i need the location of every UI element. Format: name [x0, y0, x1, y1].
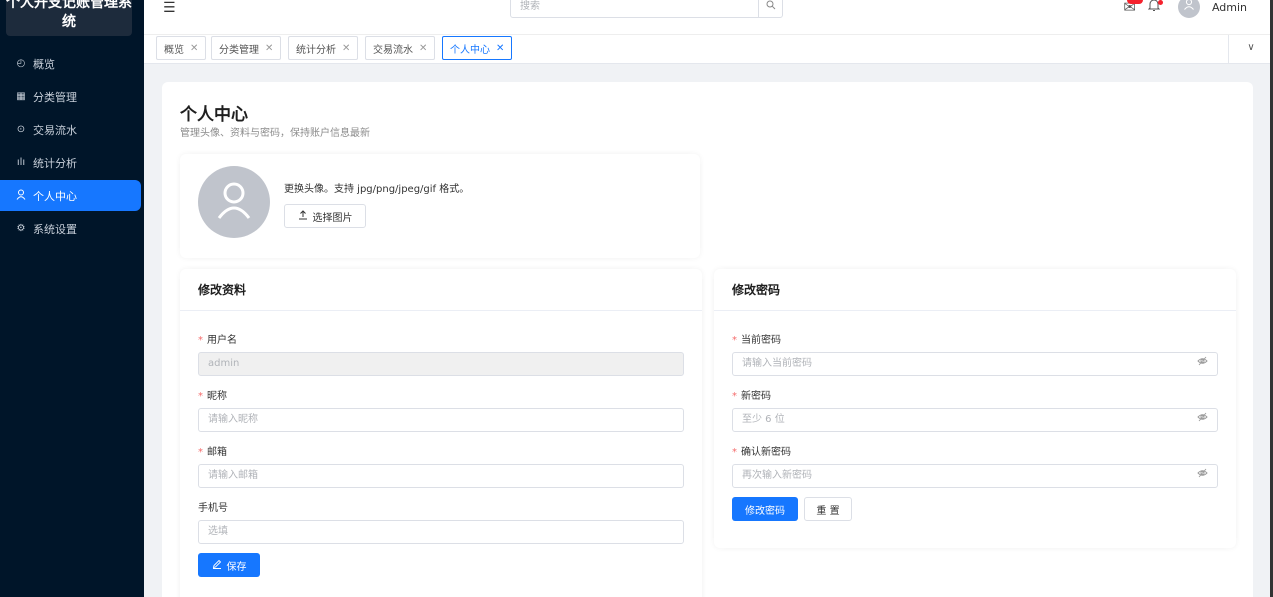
tab-transactions[interactable]: 交易流水 ✕ — [365, 36, 436, 60]
close-icon[interactable]: ✕ — [342, 43, 350, 54]
sidebar-item-label: 个人中心 — [33, 189, 77, 203]
phone-label: 手机号 — [198, 503, 228, 514]
close-icon[interactable]: ✕ — [265, 43, 273, 54]
new-password-label: * 新密码 — [732, 391, 771, 402]
chevron-down-icon[interactable]: ∨ — [1228, 35, 1273, 63]
bell-dot — [1157, 0, 1163, 5]
new-password-field[interactable]: 至少 6 位 — [732, 408, 1218, 432]
user-name[interactable]: Admin — [1212, 1, 1247, 14]
sidebar-item-statistics[interactable]: ılı 统计分析 — [0, 147, 144, 178]
tab-profile[interactable]: 个人中心 ✕ — [442, 36, 513, 60]
tab-label: 交易流水 — [373, 44, 413, 56]
password-form-title: 修改密码 — [714, 269, 1236, 311]
upload-icon — [298, 209, 308, 223]
current-password-label: * 当前密码 — [732, 335, 781, 346]
email-field[interactable]: 请输入邮箱 — [198, 464, 684, 488]
grid-icon: ▦ — [16, 91, 26, 102]
tab-label: 个人中心 — [450, 44, 490, 56]
close-icon[interactable]: ✕ — [419, 43, 427, 54]
sidebar-item-label: 系统设置 — [33, 222, 77, 236]
tabs-bar: 概览 ✕ 分类管理 ✕ 统计分析 ✕ 交易流水 ✕ 个人中心 ✕ ∨ — [144, 34, 1273, 64]
search-icon[interactable] — [758, 0, 782, 17]
sidebar-item-settings[interactable]: ⚙ 系统设置 — [0, 213, 144, 244]
eye-off-icon[interactable] — [1197, 465, 1208, 487]
sidebar-item-transactions[interactable]: ⊙ 交易流水 — [0, 114, 144, 145]
choose-image-label: 选择图片 — [312, 212, 353, 224]
profile-form-title: 修改资料 — [180, 269, 702, 311]
header-actions: ✉ Admin — [1123, 0, 1247, 18]
current-password-field[interactable]: 请输入当前密码 — [732, 352, 1218, 376]
app-title: 个人开支记账管理系统 — [6, 0, 132, 36]
tab-overview[interactable]: 概览 ✕ — [156, 36, 207, 60]
page-subtitle: 管理头像、资料与密码，保持账户信息最新 — [180, 128, 370, 139]
close-icon[interactable]: ✕ — [496, 43, 504, 54]
chart-icon: ılı — [16, 157, 26, 168]
email-label: * 邮箱 — [198, 447, 227, 458]
confirm-password-placeholder: 再次输入新密码 — [742, 470, 812, 481]
reset-button[interactable]: 重 置 — [804, 497, 852, 521]
sidebar-item-label: 交易流水 — [33, 123, 77, 137]
nickname-field[interactable]: 请输入昵称 — [198, 408, 684, 432]
confirm-password-field[interactable]: 再次输入新密码 — [732, 464, 1218, 488]
save-label: 保存 — [226, 561, 247, 573]
phone-field[interactable]: 选填 — [198, 520, 684, 544]
sidebar-item-label: 分类管理 — [33, 90, 77, 104]
page-title: 个人中心 — [180, 105, 248, 125]
eye-off-icon[interactable] — [1197, 409, 1208, 431]
sidebar-item-categories[interactable]: ▦ 分类管理 — [0, 81, 144, 112]
tab-label: 统计分析 — [296, 44, 336, 56]
search-input[interactable]: 搜索 — [511, 0, 758, 17]
transaction-icon: ⊙ — [16, 124, 26, 135]
password-form-card: 修改密码 * 当前密码 请输入当前密码 * 新密码 至少 6 位 * 确认新密码 再次… — [714, 269, 1236, 548]
confirm-password-label: * 确认新密码 — [732, 447, 791, 458]
bell-icon[interactable] — [1147, 0, 1163, 16]
eye-off-icon[interactable] — [1197, 353, 1208, 375]
search-box[interactable]: 搜索 — [510, 0, 783, 18]
sidebar-item-overview[interactable]: ◴ 概览 — [0, 48, 144, 79]
top-header: ☰ 搜索 ✉ Admin — [144, 0, 1273, 34]
save-button[interactable]: 保存 — [198, 553, 260, 577]
edit-icon — [212, 559, 222, 572]
notification-badge — [1127, 0, 1144, 4]
tab-categories[interactable]: 分类管理 ✕ — [211, 36, 282, 60]
sidebar-item-profile[interactable]: 个人中心 — [0, 180, 141, 211]
sidebar-item-label: 统计分析 — [33, 156, 77, 170]
sidebar-item-label: 概览 — [33, 57, 55, 71]
username-label: * 用户名 — [198, 335, 237, 346]
main-content: 个人中心 管理头像、资料与密码，保持账户信息最新 更换头像。支持 jpg/png… — [162, 82, 1253, 597]
current-password-placeholder: 请输入当前密码 — [742, 358, 812, 369]
avatar-hint: 更换头像。支持 jpg/png/jpeg/gif 格式。 — [284, 184, 470, 195]
user-icon — [15, 189, 27, 203]
sidebar: 个人开支记账管理系统 ◴ 概览 ▦ 分类管理 ⊙ 交易流水 ılı 统计分析 个… — [0, 0, 144, 597]
dashboard-icon: ◴ — [16, 58, 26, 69]
menu-collapse-icon[interactable]: ☰ — [163, 0, 176, 16]
tab-label: 概览 — [164, 44, 184, 56]
new-password-placeholder: 至少 6 位 — [742, 414, 785, 425]
change-password-button[interactable]: 修改密码 — [732, 497, 798, 521]
close-icon[interactable]: ✕ — [190, 43, 198, 54]
profile-form-card: 修改资料 * 用户名 admin * 昵称 请输入昵称 * 邮箱 请输入邮箱 手机号 … — [180, 269, 702, 597]
mail-icon[interactable]: ✉ — [1123, 0, 1144, 16]
avatar[interactable] — [1177, 0, 1200, 18]
avatar-card: 更换头像。支持 jpg/png/jpeg/gif 格式。 选择图片 — [180, 154, 700, 258]
choose-image-button[interactable]: 选择图片 — [284, 204, 366, 228]
gear-icon: ⚙ — [16, 223, 26, 234]
tab-statistics[interactable]: 统计分析 ✕ — [288, 36, 359, 60]
nickname-label: * 昵称 — [198, 391, 227, 402]
tab-label: 分类管理 — [219, 44, 259, 56]
sidebar-nav: ◴ 概览 ▦ 分类管理 ⊙ 交易流水 ılı 统计分析 个人中心 ⚙ 系统设置 — [0, 48, 144, 246]
username-field: admin — [198, 352, 684, 376]
avatar — [198, 166, 270, 238]
